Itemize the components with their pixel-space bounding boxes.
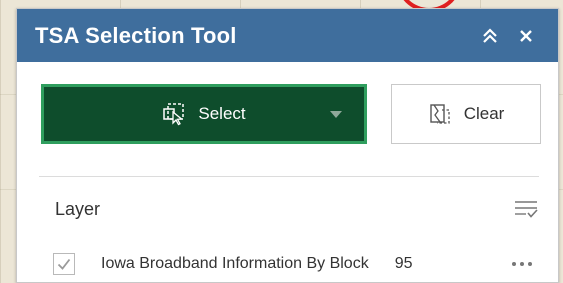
clear-button[interactable]: Clear [391, 84, 541, 144]
layer-section-title: Layer [55, 198, 101, 219]
tsa-selection-panel: TSA Selection Tool Select Clear Layer Io… [16, 8, 559, 283]
panel-title: TSA Selection Tool [35, 22, 237, 48]
filter-list-icon [515, 201, 538, 218]
close-button[interactable] [508, 18, 544, 54]
layer-header: Layer [55, 191, 541, 227]
checkmark-icon [57, 258, 71, 270]
double-chevron-up-icon [483, 27, 497, 43]
select-button[interactable]: Select [41, 84, 367, 144]
chevron-down-icon[interactable] [330, 111, 342, 118]
panel-header: TSA Selection Tool [17, 9, 558, 62]
clear-selection-icon [429, 104, 450, 124]
layer-name: Iowa Broadband Information By Block [101, 255, 369, 272]
layer-list-item[interactable]: Iowa Broadband Information By Block 95 [53, 249, 543, 279]
select-cursor-icon [163, 103, 185, 126]
selection-toolbar: Select Clear [41, 84, 541, 144]
layer-filter-button[interactable] [511, 194, 541, 224]
divider [39, 176, 539, 177]
layer-checkbox[interactable] [53, 253, 75, 275]
collapse-button[interactable] [472, 18, 508, 54]
more-icon [512, 262, 532, 266]
layer-feature-count: 95 [394, 255, 413, 272]
select-button-label: Select [198, 104, 246, 123]
layer-more-button[interactable] [507, 252, 537, 276]
close-icon [520, 29, 532, 42]
clear-button-label: Clear [463, 104, 505, 123]
